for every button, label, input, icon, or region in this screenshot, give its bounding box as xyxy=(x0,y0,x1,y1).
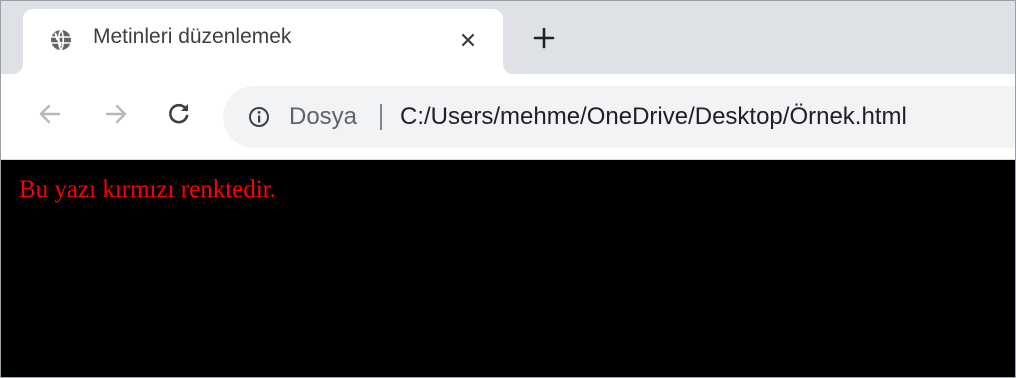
forward-button[interactable] xyxy=(101,101,131,131)
close-icon[interactable] xyxy=(455,27,481,53)
globe-icon xyxy=(49,28,73,52)
browser-toolbar: Dosya C:/Users/mehme/OneDrive/Desktop/Ör… xyxy=(1,74,1015,160)
back-button[interactable] xyxy=(35,101,65,131)
tab-active[interactable]: Metinleri düzenlemek xyxy=(23,9,503,74)
plus-icon xyxy=(533,27,555,54)
reload-icon xyxy=(166,101,192,132)
tab-title: Metinleri düzenlemek xyxy=(93,25,292,48)
new-tab-button[interactable] xyxy=(529,25,559,55)
page-viewport: Bu yazı kırmızı renktedir. xyxy=(1,160,1015,377)
url-text[interactable]: C:/Users/mehme/OneDrive/Desktop/Örnek.ht… xyxy=(400,103,907,131)
info-icon[interactable] xyxy=(247,105,271,129)
arrow-right-icon xyxy=(103,101,129,132)
tab-strip: Metinleri düzenlemek xyxy=(1,1,1015,74)
address-bar[interactable]: Dosya C:/Users/mehme/OneDrive/Desktop/Ör… xyxy=(223,86,1015,148)
reload-button[interactable] xyxy=(164,101,194,131)
browser-window: Metinleri düzenlemek Dosya C:/Users/mehm… xyxy=(0,0,1016,378)
scheme-label: Dosya xyxy=(289,103,358,130)
arrow-left-icon xyxy=(37,101,63,132)
page-text: Bu yazı kırmızı renktedir. xyxy=(19,176,276,203)
omnibox-divider xyxy=(380,104,382,130)
